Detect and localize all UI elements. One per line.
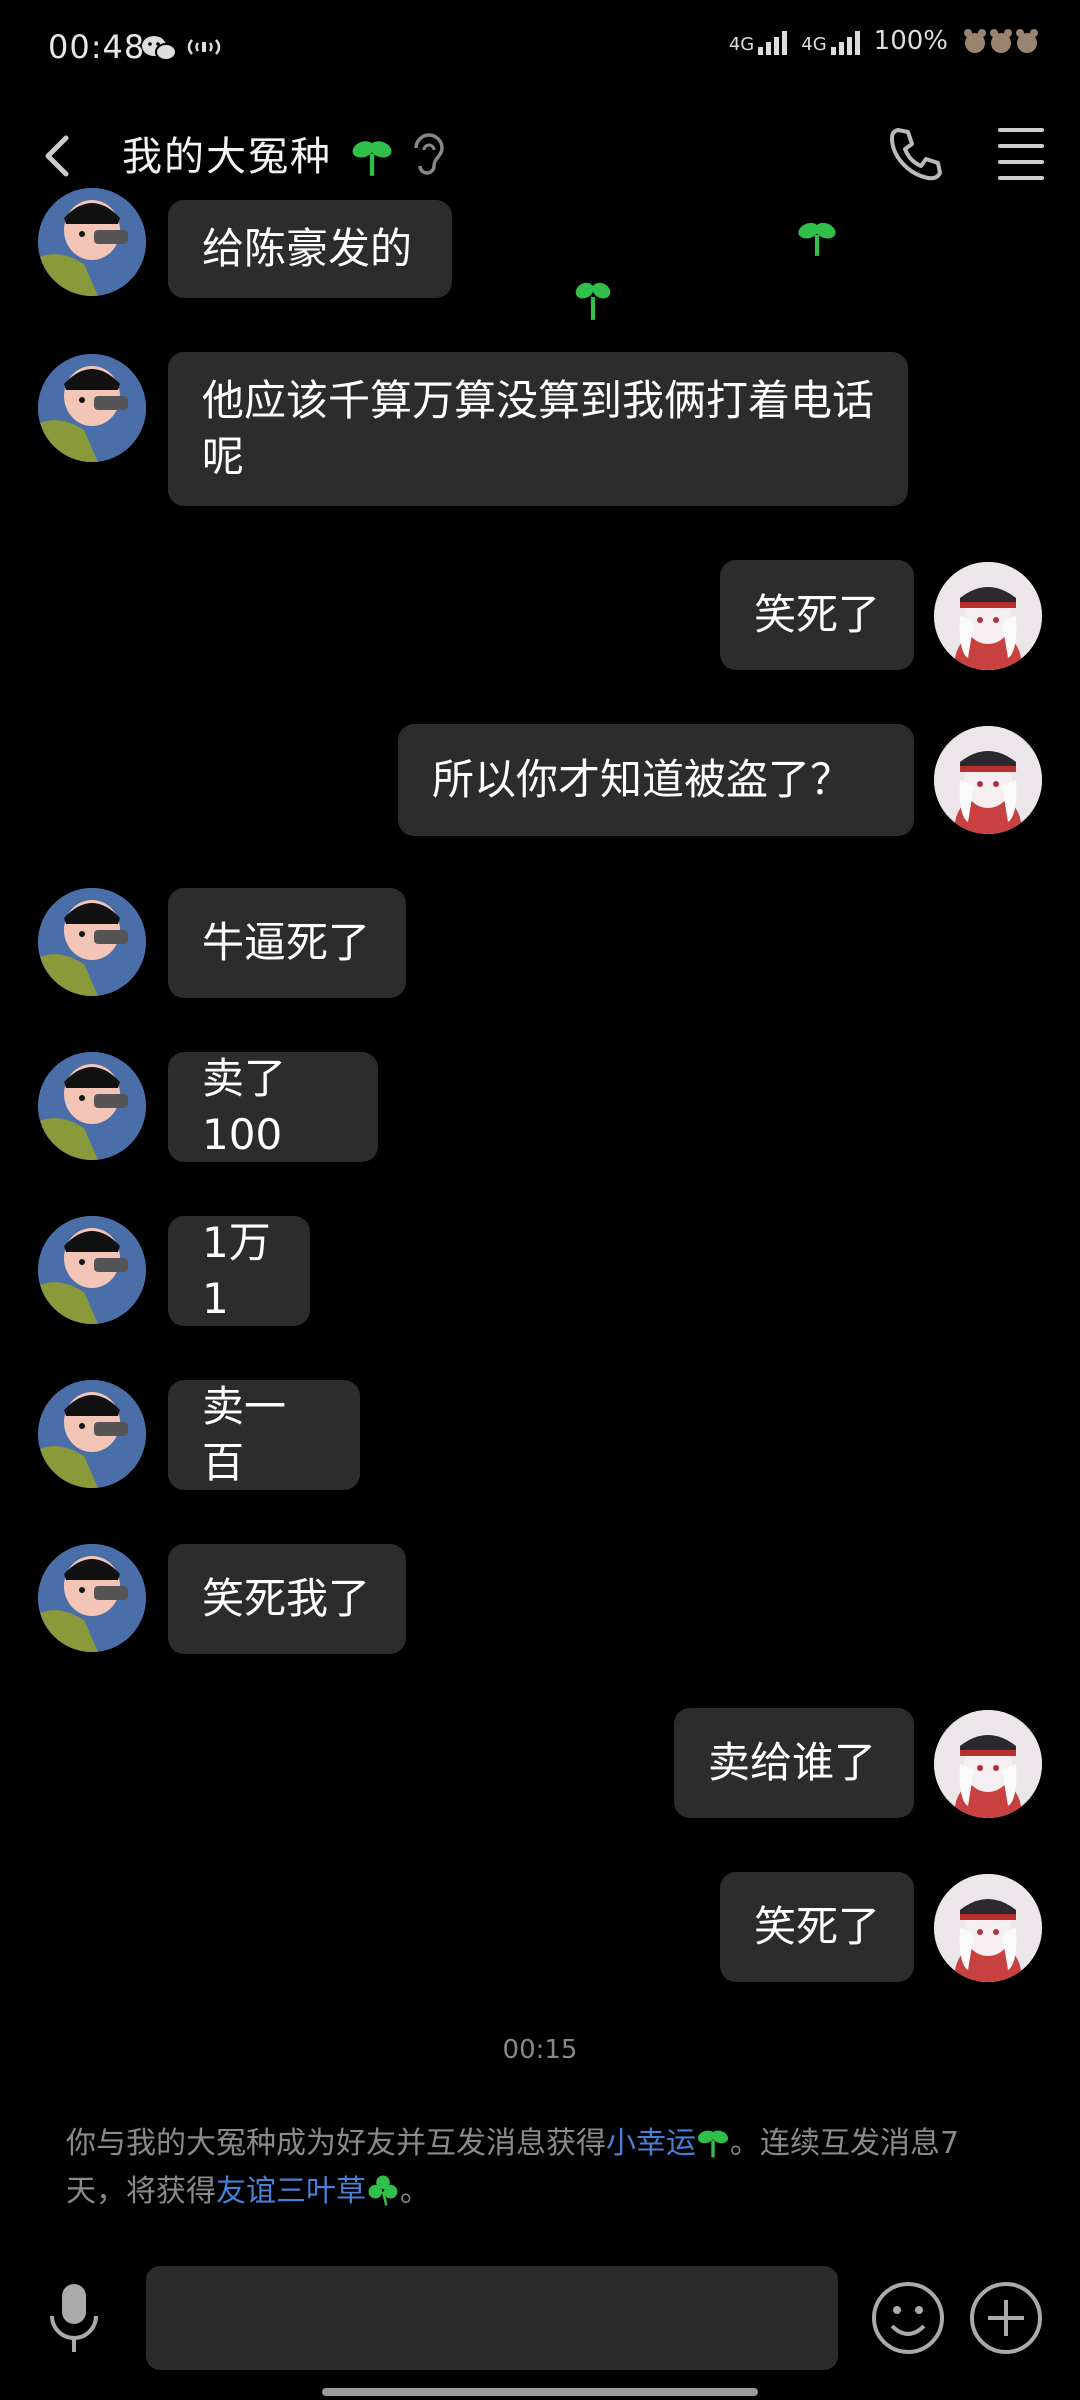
sprout-icon xyxy=(697,2130,729,2158)
clover-link[interactable]: 友谊三叶草 xyxy=(216,2174,366,2209)
message-bubble[interactable]: 卖给谁了 xyxy=(674,1708,914,1818)
message-bubble[interactable]: 牛逼死了 xyxy=(168,888,406,998)
avatar-self[interactable] xyxy=(934,562,1042,670)
message-bubble[interactable]: 给陈豪发的 xyxy=(168,200,452,298)
status-right-icons: 4G 4G 100% xyxy=(729,26,1040,56)
message-bubble[interactable]: 他应该千算万算没算到我俩打着电话呢 xyxy=(168,352,908,506)
ear-icon[interactable] xyxy=(408,128,448,182)
phone-icon xyxy=(890,128,942,181)
network-type-2: 4G xyxy=(801,34,827,55)
avatar-self[interactable] xyxy=(934,1874,1042,1982)
avatar-contact[interactable] xyxy=(38,1544,146,1652)
more-button[interactable] xyxy=(968,2280,1044,2360)
menu-button[interactable] xyxy=(998,128,1044,180)
lucky-link[interactable]: 小幸运 xyxy=(606,2126,696,2161)
avatar-contact[interactable] xyxy=(38,1052,146,1160)
chevron-left-icon xyxy=(45,135,69,177)
avatar-contact[interactable] xyxy=(38,888,146,996)
plus-icon xyxy=(970,2282,1042,2354)
message-text: 卖了100 xyxy=(202,1054,287,1159)
notice-text: 你与我的大冤种成为好友并互发消息获得 xyxy=(66,2126,606,2161)
network-type-1: 4G xyxy=(728,34,755,55)
chat-title[interactable]: 我的大冤种 xyxy=(122,124,332,182)
home-indicator[interactable] xyxy=(322,2388,758,2396)
message-bubble[interactable]: 笑死我了 xyxy=(168,1544,406,1654)
wechat-icon xyxy=(142,36,221,61)
message-bubble[interactable]: 笑死了 xyxy=(720,560,914,670)
avatar-self[interactable] xyxy=(934,726,1042,834)
signal-icon-1: 4G xyxy=(728,27,788,55)
sprout-icon xyxy=(796,216,838,262)
emoji-icon xyxy=(872,2282,944,2354)
message-text: 笑死我了 xyxy=(202,1574,371,1623)
bear-battery-icon xyxy=(964,29,1038,53)
message-bubble[interactable]: 卖一百 xyxy=(168,1380,360,1490)
avatar-self[interactable] xyxy=(934,1710,1042,1818)
status-bar: 00:48 4G 4G 100% xyxy=(0,0,1080,100)
message-bubble[interactable]: 1万1 xyxy=(168,1216,310,1326)
message-text: 笑死了 xyxy=(754,590,881,639)
avatar-contact[interactable] xyxy=(38,188,146,296)
voice-input-button[interactable] xyxy=(44,2280,104,2360)
sprout-icon xyxy=(572,276,614,326)
message-text: 他应该千算万算没算到我俩打着电话呢 xyxy=(202,376,875,481)
menu-icon xyxy=(998,128,1044,180)
emoji-button[interactable] xyxy=(870,2280,946,2360)
message-text: 笑死了 xyxy=(754,1902,881,1951)
message-bubble[interactable]: 卖了100 xyxy=(168,1052,378,1162)
friendship-notice: 你与我的大冤种成为好友并互发消息获得小幸运 。连续互发消息7天，将获得友谊三叶草。 xyxy=(66,2120,1016,2216)
battery-text: 100% xyxy=(873,26,948,56)
message-text: 卖给谁了 xyxy=(708,1738,877,1787)
message-text: 给陈豪发的 xyxy=(202,224,413,273)
avatar-contact[interactable] xyxy=(38,1380,146,1488)
message-bubble[interactable]: 所以你才知道被盗了？ xyxy=(398,724,914,836)
avatar-contact[interactable] xyxy=(38,1216,146,1324)
notice-text: 。 xyxy=(400,2174,430,2209)
message-text: 卖一百 xyxy=(202,1382,287,1487)
sprout-icon xyxy=(350,134,394,182)
status-notification-icons xyxy=(140,30,230,71)
message-bubble[interactable]: 笑死了 xyxy=(720,1872,914,1982)
time-divider: 00:15 xyxy=(502,2035,578,2065)
status-time: 00:48 xyxy=(48,28,146,66)
back-button[interactable] xyxy=(36,124,86,184)
signal-icon-2: 4G xyxy=(801,27,860,55)
microphone-icon xyxy=(50,2284,98,2352)
message-input[interactable] xyxy=(146,2266,838,2370)
message-text: 1万1 xyxy=(202,1218,271,1323)
avatar-contact[interactable] xyxy=(38,354,146,462)
message-text: 牛逼死了 xyxy=(202,918,371,967)
message-text: 所以你才知道被盗了？ xyxy=(432,755,853,804)
clover-icon xyxy=(368,2175,398,2206)
voice-call-button[interactable] xyxy=(886,124,942,188)
